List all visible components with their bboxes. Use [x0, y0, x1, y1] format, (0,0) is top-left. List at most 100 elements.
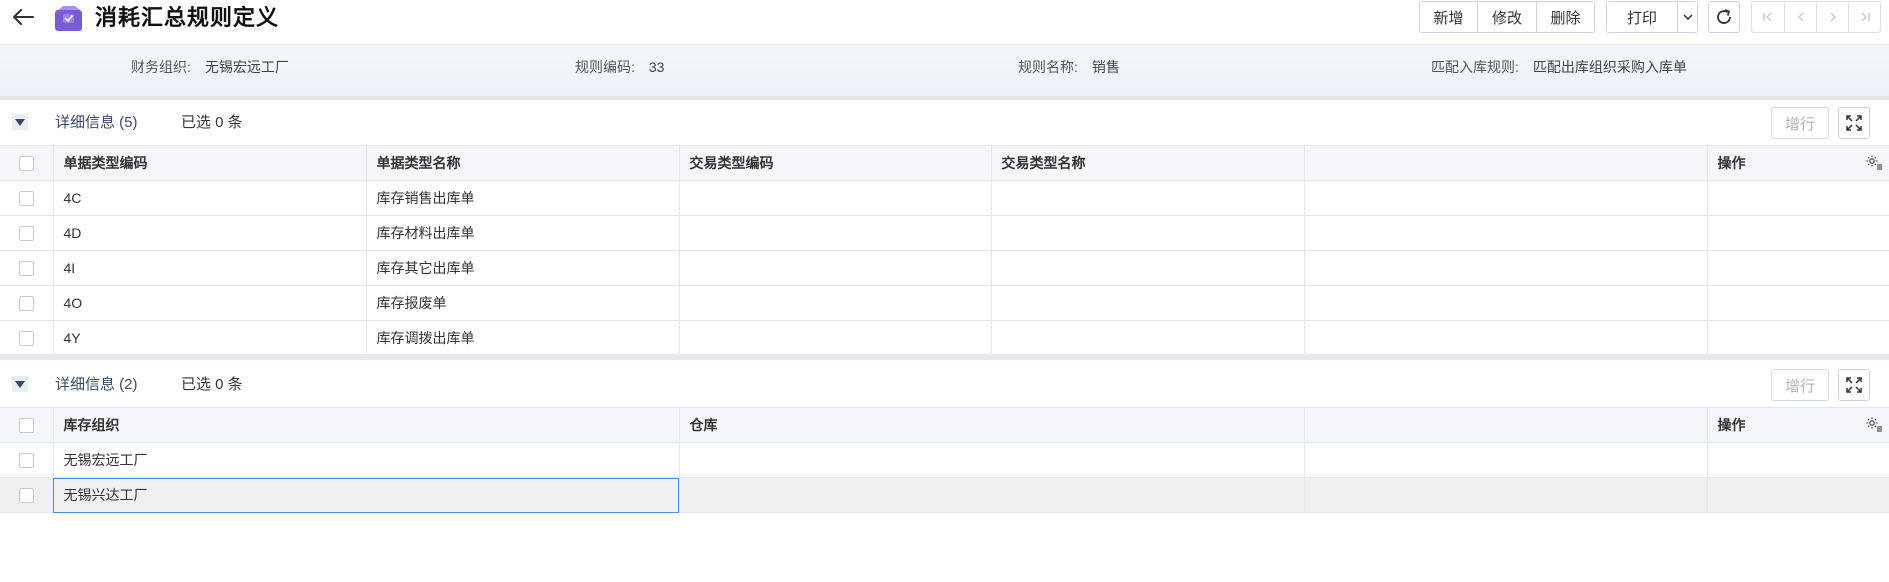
column-settings-icon[interactable]: [1865, 416, 1883, 435]
inventory-org-cell[interactable]: 无锡兴达工厂: [53, 477, 680, 513]
table-row[interactable]: 4O 库存报废单: [0, 285, 1889, 321]
operation-column-header: 操作: [1707, 407, 1889, 443]
empty-cell: [1304, 180, 1708, 216]
table-row[interactable]: 4D 库存材料出库单: [0, 215, 1889, 251]
trans-type-name-cell[interactable]: [991, 250, 1305, 286]
trans-type-code-cell[interactable]: [679, 215, 992, 251]
column-header[interactable]: 交易类型名称: [991, 145, 1305, 181]
doc-type-table: 单据类型编码 单据类型名称 交易类型编码 交易类型名称 操作 4C 库存销售出库…: [0, 145, 1889, 356]
trans-type-code-cell[interactable]: [679, 320, 992, 356]
collapse-toggle[interactable]: [12, 376, 28, 392]
column-header[interactable]: 单据类型名称: [366, 145, 680, 181]
empty-cell: [1304, 215, 1708, 251]
trans-type-name-cell[interactable]: [991, 180, 1305, 216]
prev-page-icon[interactable]: [1784, 2, 1816, 32]
doc-type-name-cell[interactable]: 库存其它出库单: [366, 250, 680, 286]
operation-cell: [1707, 320, 1889, 356]
rule-name-label: 规则名称:: [1018, 59, 1078, 75]
section-divider: [0, 354, 1889, 360]
select-all-cell: [0, 407, 54, 443]
doc-type-name-cell[interactable]: 库存销售出库单: [366, 180, 680, 216]
select-all-checkbox[interactable]: [18, 418, 34, 434]
last-page-icon[interactable]: [1848, 2, 1880, 32]
doc-type-code-cell[interactable]: 4I: [53, 250, 367, 286]
print-button[interactable]: 打印: [1607, 2, 1677, 32]
row-select-cell: [0, 285, 54, 321]
column-header: 操作: [1717, 417, 1746, 433]
doc-type-code-cell[interactable]: 4Y: [53, 320, 367, 356]
next-page-icon[interactable]: [1816, 2, 1848, 32]
section-header: 详细信息 (5) 已选 0 条 增行: [0, 100, 1889, 145]
row-checkbox[interactable]: [18, 453, 34, 469]
trans-type-name-cell[interactable]: [991, 320, 1305, 356]
empty-cell: [1304, 285, 1708, 321]
trans-type-code-cell[interactable]: [679, 285, 992, 321]
finance-org-value: 无锡宏远工厂: [204, 59, 289, 75]
header: 消耗汇总规则定义 新增 修改 删除 打印: [0, 0, 1889, 36]
caret-down-icon: [15, 380, 25, 388]
select-all-cell: [0, 145, 54, 181]
doc-type-name-cell[interactable]: 库存调拨出库单: [366, 320, 680, 356]
expand-icon: [1846, 115, 1862, 131]
inventory-org-cell[interactable]: 无锡宏远工厂: [53, 442, 680, 478]
select-all-checkbox[interactable]: [18, 156, 34, 172]
empty-cell: [1304, 320, 1708, 356]
row-checkbox[interactable]: [18, 296, 34, 312]
trans-type-code-cell[interactable]: [679, 180, 992, 216]
table-row[interactable]: 4Y 库存调拨出库单: [0, 320, 1889, 356]
table-header-row: 单据类型编码 单据类型名称 交易类型编码 交易类型名称 操作: [0, 145, 1889, 181]
section-header: 详细信息 (2) 已选 0 条 增行: [0, 362, 1889, 407]
first-page-icon[interactable]: [1752, 2, 1784, 32]
operation-cell: [1707, 477, 1889, 513]
row-select-cell: [0, 320, 54, 356]
column-header[interactable]: 单据类型编码: [53, 145, 367, 181]
finance-org-field: 财务组织: 无锡宏远工厂: [131, 45, 289, 89]
warehouse-cell[interactable]: [679, 477, 1305, 513]
warehouse-table: 库存组织 仓库 操作 无锡宏远工厂 无锡兴达工厂: [0, 407, 1889, 513]
doc-type-code-cell[interactable]: 4O: [53, 285, 367, 321]
doc-type-name-cell[interactable]: 库存材料出库单: [366, 215, 680, 251]
doc-type-code-cell[interactable]: 4D: [53, 215, 367, 251]
column-header[interactable]: 库存组织: [53, 407, 680, 443]
warehouse-cell[interactable]: [679, 442, 1305, 478]
back-arrow-icon[interactable]: [10, 4, 36, 30]
trans-type-name-cell[interactable]: [991, 285, 1305, 321]
row-select-cell: [0, 250, 54, 286]
rule-name-field: 规则名称: 销售: [1018, 45, 1120, 89]
rule-code-value: 33: [648, 59, 665, 75]
doc-type-code-cell[interactable]: 4C: [53, 180, 367, 216]
row-checkbox[interactable]: [18, 226, 34, 242]
table-row[interactable]: 4C 库存销售出库单: [0, 180, 1889, 216]
add-row-button[interactable]: 增行: [1771, 369, 1829, 401]
row-select-cell: [0, 442, 54, 478]
record-pager: [1751, 1, 1881, 33]
trans-type-code-cell[interactable]: [679, 250, 992, 286]
table-row[interactable]: 无锡兴达工厂: [0, 477, 1889, 513]
row-checkbox[interactable]: [18, 191, 34, 207]
collapse-toggle[interactable]: [12, 114, 28, 130]
refresh-button[interactable]: [1708, 1, 1740, 33]
doc-type-name-cell[interactable]: 库存报废单: [366, 285, 680, 321]
row-checkbox[interactable]: [18, 261, 34, 277]
print-dropdown-button[interactable]: [1677, 2, 1697, 32]
delete-button[interactable]: 删除: [1536, 2, 1594, 32]
trans-type-name-cell[interactable]: [991, 215, 1305, 251]
fullscreen-button[interactable]: [1838, 369, 1870, 401]
column-header: [1304, 145, 1708, 181]
row-select-cell: [0, 477, 54, 513]
table-row[interactable]: 4I 库存其它出库单: [0, 250, 1889, 286]
fullscreen-button[interactable]: [1838, 107, 1870, 139]
finance-org-label: 财务组织:: [131, 59, 191, 75]
column-header[interactable]: 仓库: [679, 407, 1305, 443]
column-settings-icon[interactable]: [1865, 154, 1883, 173]
empty-cell: [1304, 442, 1708, 478]
row-checkbox[interactable]: [18, 331, 34, 347]
row-checkbox[interactable]: [18, 488, 34, 504]
operation-cell: [1707, 442, 1889, 478]
add-row-button[interactable]: 增行: [1771, 107, 1829, 139]
add-button[interactable]: 新增: [1420, 2, 1477, 32]
edit-button[interactable]: 修改: [1477, 2, 1536, 32]
table-row[interactable]: 无锡宏远工厂: [0, 442, 1889, 478]
operation-cell: [1707, 250, 1889, 286]
column-header[interactable]: 交易类型编码: [679, 145, 992, 181]
